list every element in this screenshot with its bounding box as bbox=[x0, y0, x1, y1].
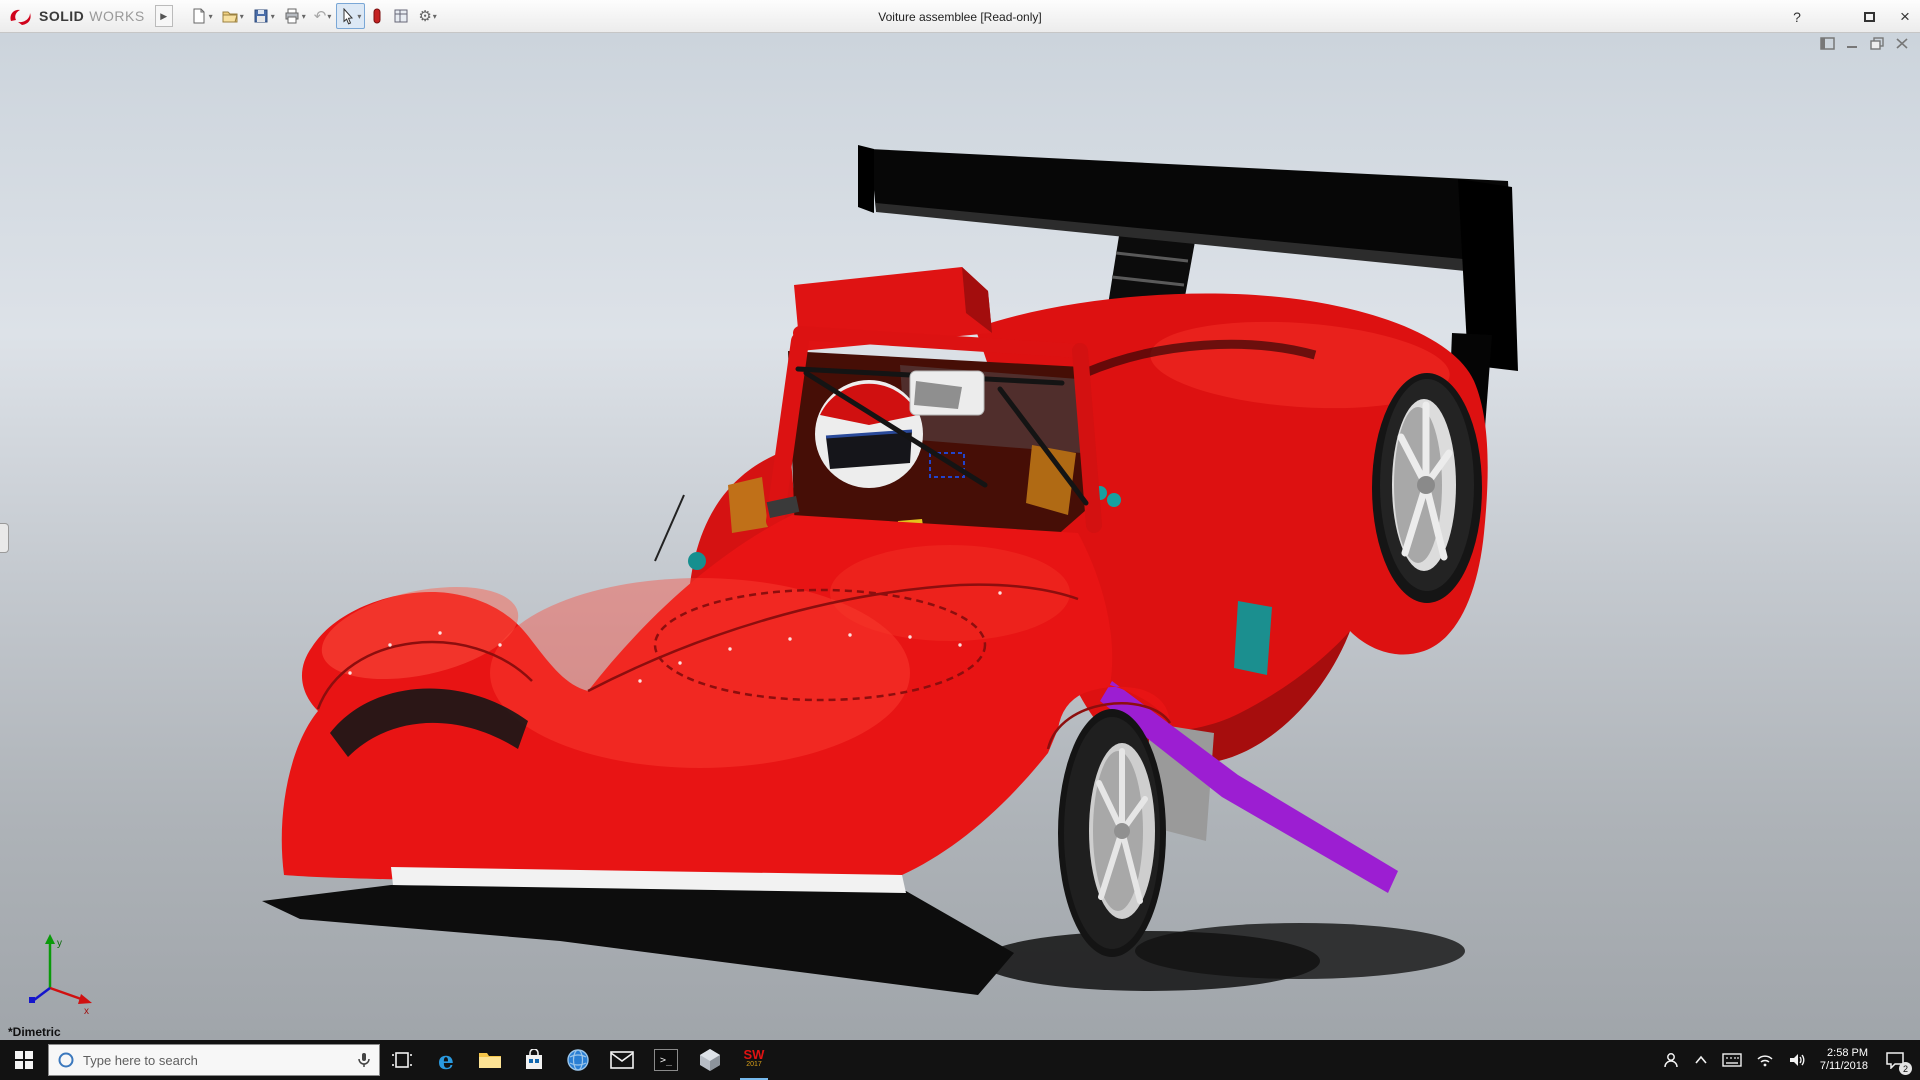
design-library-icon bbox=[392, 7, 410, 25]
dropdown-caret-icon[interactable]: ▾ bbox=[357, 12, 361, 21]
solidworks-window: SOLID WORKS ▶ ▾ ▾ bbox=[0, 0, 1920, 1080]
chevron-up-icon bbox=[1694, 1055, 1708, 1065]
dassault-logo-icon bbox=[8, 6, 34, 26]
edge-button[interactable]: e bbox=[424, 1040, 468, 1080]
file-explorer-icon bbox=[478, 1050, 502, 1070]
view-orientation-label: *Dimetric bbox=[8, 1025, 61, 1039]
rear-wheel bbox=[1372, 373, 1482, 603]
front-bodywork bbox=[262, 515, 1170, 995]
touch-keyboard-button[interactable] bbox=[1722, 1053, 1742, 1067]
notification-badge: 2 bbox=[1899, 1062, 1912, 1075]
people-button[interactable] bbox=[1662, 1051, 1680, 1069]
volume-button[interactable] bbox=[1788, 1052, 1806, 1068]
design-library-button[interactable] bbox=[389, 3, 413, 29]
search-input[interactable] bbox=[83, 1053, 349, 1068]
close-button[interactable]: × bbox=[1896, 7, 1914, 27]
xpress-tools-icon bbox=[370, 7, 384, 25]
front-wheel bbox=[1058, 709, 1166, 957]
edge-icon: e bbox=[438, 1046, 454, 1075]
microphone-icon[interactable] bbox=[357, 1051, 371, 1069]
cortana-icon bbox=[57, 1051, 75, 1069]
new-document-button[interactable]: ▾ bbox=[187, 3, 216, 29]
touch-keyboard-icon bbox=[1722, 1053, 1742, 1067]
close-icon[interactable] bbox=[1895, 37, 1910, 50]
sw-letters: SW bbox=[744, 1050, 765, 1060]
dropdown-caret-icon[interactable]: ▾ bbox=[240, 12, 244, 21]
triad-y-label: y bbox=[57, 938, 62, 949]
child-window-controls bbox=[1820, 37, 1910, 50]
front-splitter-shadow bbox=[262, 885, 1014, 995]
task-view-button[interactable] bbox=[380, 1040, 424, 1080]
task-view-icon bbox=[391, 1051, 413, 1069]
dropdown-caret-icon[interactable]: ▾ bbox=[433, 12, 437, 21]
panel-collapse-handle[interactable] bbox=[0, 523, 9, 553]
brand-text-bold: SOLID bbox=[39, 8, 84, 24]
clock-date: 7/11/2018 bbox=[1820, 1060, 1868, 1073]
network-icon bbox=[1756, 1053, 1774, 1067]
undo-button[interactable]: ↶ ▾ bbox=[311, 3, 335, 29]
ground-shadow bbox=[980, 923, 1465, 991]
action-center-button[interactable]: 2 bbox=[1882, 1047, 1908, 1073]
solidworks-logo: SOLID WORKS bbox=[0, 0, 155, 32]
select-arrow-icon bbox=[340, 8, 356, 25]
dropdown-caret-icon[interactable]: ▾ bbox=[271, 12, 275, 21]
command-prompt-icon: >_ bbox=[654, 1049, 678, 1071]
store-button[interactable] bbox=[512, 1040, 556, 1080]
restore-icon[interactable] bbox=[1870, 37, 1885, 50]
solidworks-app-button[interactable]: SW 2017 bbox=[732, 1040, 776, 1080]
people-icon bbox=[1662, 1051, 1680, 1069]
graphics-viewport[interactable]: y x *Dimetric bbox=[0, 33, 1920, 1040]
solidworks-app-icon: SW 2017 bbox=[744, 1050, 765, 1070]
minimize-icon[interactable] bbox=[1845, 37, 1860, 50]
system-tray: 2:58 PM 7/11/2018 2 bbox=[1662, 1040, 1920, 1080]
sw-year: 2017 bbox=[746, 1060, 762, 1070]
select-tool-button[interactable]: ▾ bbox=[336, 3, 365, 29]
help-button[interactable]: ? bbox=[1788, 9, 1806, 25]
dock-icon[interactable] bbox=[1820, 37, 1835, 50]
print-button[interactable]: ▾ bbox=[280, 3, 309, 29]
car-model bbox=[0, 33, 1920, 1040]
mail-button[interactable] bbox=[600, 1040, 644, 1080]
open-button[interactable]: ▾ bbox=[218, 3, 247, 29]
printer-icon bbox=[283, 7, 301, 25]
mail-icon bbox=[610, 1051, 634, 1069]
hidden-icons-button[interactable] bbox=[1694, 1055, 1708, 1065]
undo-icon: ↶ bbox=[314, 7, 327, 25]
command-prompt-button[interactable]: >_ bbox=[644, 1040, 688, 1080]
brand-text-light: WORKS bbox=[89, 8, 144, 24]
start-button[interactable] bbox=[0, 1040, 48, 1080]
browser-globe-icon bbox=[566, 1048, 590, 1072]
xpress-tools-button[interactable] bbox=[367, 3, 387, 29]
antenna bbox=[655, 495, 684, 561]
orientation-triad: y x bbox=[22, 932, 100, 1016]
title-bar: SOLID WORKS ▶ ▾ ▾ bbox=[0, 0, 1920, 33]
menu-flyout-button[interactable]: ▶ bbox=[155, 5, 173, 27]
dropdown-caret-icon[interactable]: ▾ bbox=[327, 12, 331, 21]
browser-globe-button[interactable] bbox=[556, 1040, 600, 1080]
standard-toolbar: ▾ ▾ ▾ bbox=[187, 3, 440, 29]
network-button[interactable] bbox=[1756, 1053, 1774, 1067]
options-button[interactable]: ⚙ ▾ bbox=[415, 3, 439, 29]
dropdown-caret-icon[interactable]: ▾ bbox=[302, 12, 306, 21]
cad-viewer-button[interactable] bbox=[688, 1040, 732, 1080]
taskbar-search[interactable] bbox=[48, 1044, 380, 1076]
volume-icon bbox=[1788, 1052, 1806, 1068]
taskbar-clock[interactable]: 2:58 PM 7/11/2018 bbox=[1820, 1047, 1868, 1073]
maximize-button[interactable] bbox=[1860, 9, 1878, 25]
save-button[interactable]: ▾ bbox=[249, 3, 278, 29]
open-folder-icon bbox=[221, 7, 239, 25]
new-document-icon bbox=[190, 7, 208, 25]
dropdown-caret-icon[interactable]: ▾ bbox=[209, 12, 213, 21]
maximize-icon bbox=[1864, 12, 1875, 22]
windows-logo-icon bbox=[15, 1051, 33, 1069]
gear-icon: ⚙ bbox=[418, 7, 431, 25]
store-icon bbox=[524, 1049, 544, 1071]
cad-viewer-icon bbox=[699, 1048, 721, 1072]
save-floppy-icon bbox=[252, 7, 270, 25]
flyout-arrow-icon: ▶ bbox=[160, 11, 167, 22]
triad-x-label: x bbox=[84, 1006, 89, 1016]
clock-time: 2:58 PM bbox=[1820, 1047, 1868, 1060]
file-explorer-button[interactable] bbox=[468, 1040, 512, 1080]
windows-taskbar: e bbox=[0, 1040, 1920, 1080]
